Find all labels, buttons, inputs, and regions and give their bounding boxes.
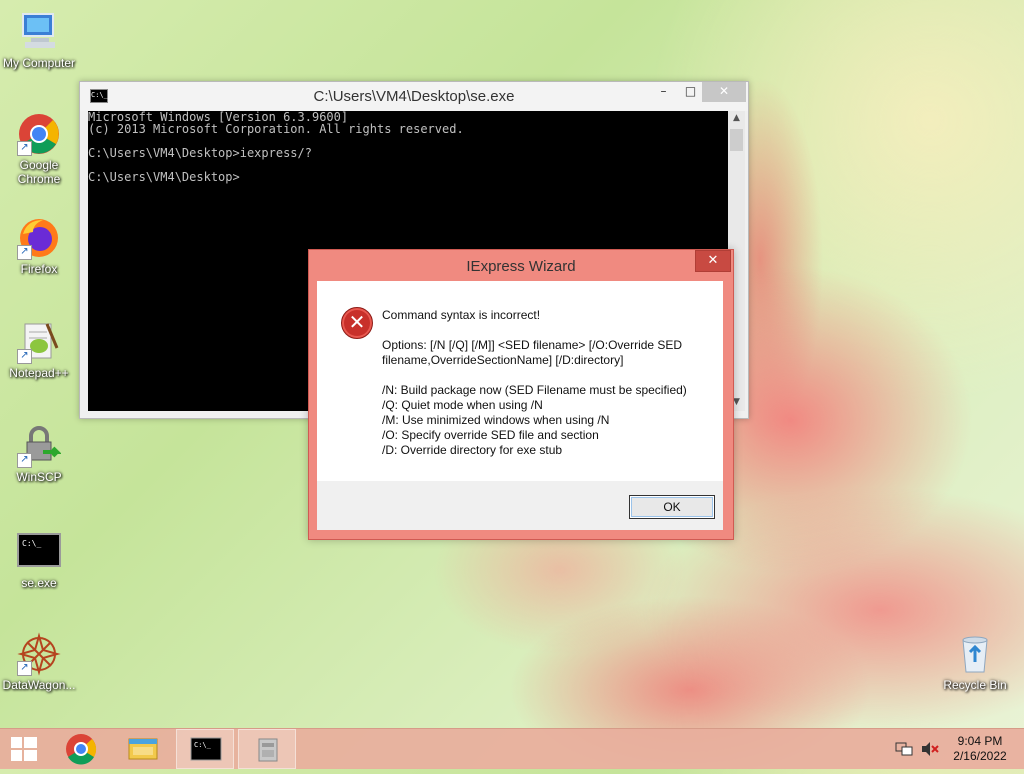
option-line: /D: Override directory for exe stub <box>382 443 563 457</box>
taskbar: C:\_ 9:04 PM 2/16/2022 <box>0 728 1024 769</box>
iexpress-dialog[interactable]: IExpress Wizard ✕ ✕ Command syntax is in… <box>308 249 734 540</box>
desktop-icon-se-exe[interactable]: C:\_ se.exe <box>0 530 79 590</box>
network-icon[interactable] <box>895 741 913 757</box>
dialog-footer: OK <box>317 481 723 530</box>
recycle-bin-icon <box>953 632 997 676</box>
notepad-plus-plus-icon: ↗ <box>17 320 61 364</box>
computer-icon <box>17 10 61 54</box>
ok-button[interactable]: OK <box>629 495 715 519</box>
taskbar-iexpress-button[interactable] <box>238 729 296 769</box>
svg-text:C:\_: C:\_ <box>22 539 41 548</box>
winscp-icon: ↗ <box>17 424 62 468</box>
svg-text:C:\_: C:\_ <box>194 741 212 749</box>
console-app-icon: C:\_ <box>17 530 61 574</box>
taskbar-clock[interactable]: 9:04 PM 2/16/2022 <box>950 734 1010 764</box>
desktop-icon-winscp[interactable]: ↗ WinSCP <box>0 424 79 484</box>
console-titlebar[interactable]: C:\_ C:\Users\VM4\Desktop\se.exe – □ ✕ <box>80 82 748 111</box>
dialog-close-button[interactable]: ✕ <box>695 250 731 272</box>
taskbar-console-button[interactable]: C:\_ <box>176 729 234 769</box>
scrollbar-thumb[interactable] <box>730 129 743 151</box>
desktop-icon-notepad-plus-plus[interactable]: ↗ Notepad++ <box>0 320 79 380</box>
option-line: /O: Specify override SED file and sectio… <box>382 428 599 442</box>
options-text: Options: [/N [/Q] [/M]] <SED filename> [… <box>382 338 686 367</box>
desktop-icon-my-computer[interactable]: My Computer <box>0 10 79 70</box>
option-line: /M: Use minimized windows when using /N <box>382 413 610 427</box>
shortcut-arrow-icon: ↗ <box>17 661 32 676</box>
taskbar-file-explorer-button[interactable] <box>114 729 172 769</box>
error-heading: Command syntax is incorrect! <box>382 308 541 322</box>
firefox-icon: ↗ <box>17 216 61 260</box>
taskbar-chrome-button[interactable] <box>52 729 110 769</box>
maximize-button[interactable]: □ <box>677 82 704 102</box>
minimize-button[interactable]: – <box>650 82 677 102</box>
shortcut-arrow-icon: ↗ <box>17 453 32 468</box>
option-line: /N: Build package now (SED Filename must… <box>382 383 687 397</box>
error-icon: ✕ <box>341 307 373 339</box>
desktop-icon-datawagon[interactable]: ↗ DataWagon... <box>0 632 79 692</box>
clock-date: 2/16/2022 <box>953 749 1007 763</box>
chrome-icon: ↗ <box>17 112 61 156</box>
close-button[interactable]: ✕ <box>702 82 746 102</box>
desktop-icon-google-chrome[interactable]: ↗ Google Chrome <box>0 112 79 186</box>
scroll-up-icon[interactable]: ▲ <box>728 113 745 123</box>
desktop-icon-firefox[interactable]: ↗ Firefox <box>0 216 79 276</box>
dialog-body: ✕ Command syntax is incorrect! Options: … <box>317 281 723 481</box>
volume-muted-icon[interactable] <box>920 741 940 757</box>
console-window-title: C:\Users\VM4\Desktop\se.exe <box>313 88 515 105</box>
shortcut-arrow-icon: ↗ <box>17 141 32 156</box>
datawagon-icon: ↗ <box>17 632 61 676</box>
option-line: /Q: Quiet mode when using /N <box>382 398 543 412</box>
desktop-icon-recycle-bin[interactable]: Recycle Bin <box>935 632 1015 692</box>
start-button[interactable] <box>0 729 48 769</box>
clock-time: 9:04 PM <box>957 734 1003 748</box>
dialog-title: IExpress Wizard <box>466 258 576 275</box>
shortcut-arrow-icon: ↗ <box>17 245 32 260</box>
dialog-message: Command syntax is incorrect! Options: [/… <box>382 308 712 458</box>
shortcut-arrow-icon: ↗ <box>17 349 32 364</box>
